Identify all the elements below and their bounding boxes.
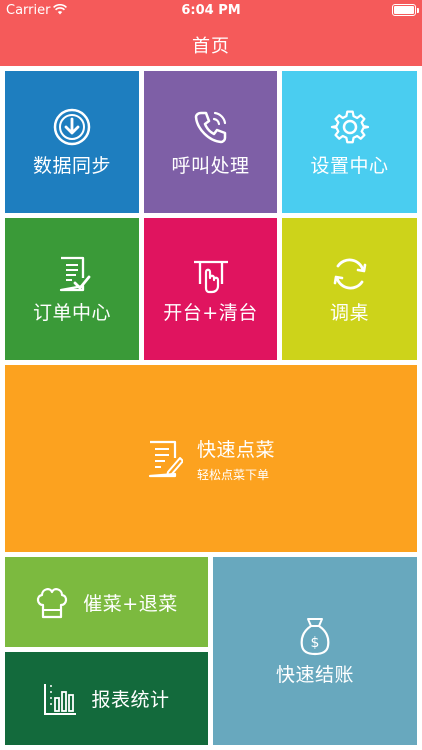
tile-change-table[interactable]: 调桌 — [282, 218, 417, 360]
tile-data-sync[interactable]: 数据同步 — [5, 71, 139, 213]
status-bar: Carrier 6:04 PM — [0, 0, 422, 22]
battery-icon — [392, 4, 419, 16]
status-time: 6:04 PM — [181, 3, 241, 18]
tile-rush-return[interactable]: 催菜+退菜 — [5, 557, 208, 647]
tile-rush-return-label: 催菜+退菜 — [83, 592, 178, 615]
chef-hat-icon — [37, 588, 68, 619]
tile-quick-checkout-label: 快速结账 — [275, 663, 354, 686]
tile-quick-order-label: 快速点菜 — [196, 438, 275, 461]
app-header: Carrier 6:04 PM 首页 — [0, 0, 422, 66]
document-check-icon — [59, 256, 91, 291]
phone-icon — [194, 111, 226, 143]
tile-reports[interactable]: 报表统计 — [5, 652, 208, 745]
tile-settings[interactable]: 设置中心 — [282, 71, 417, 213]
tile-data-sync-label: 数据同步 — [32, 154, 111, 177]
svg-text:$: $ — [311, 635, 320, 651]
download-circle-icon — [53, 108, 91, 145]
page-title: 首页 — [192, 36, 230, 57]
refresh-icon — [333, 258, 366, 289]
edit-document-icon — [148, 440, 183, 477]
tile-open-clear-table[interactable]: 开台+清台 — [144, 218, 277, 360]
tile-call-handling[interactable]: 呼叫处理 — [144, 71, 277, 213]
tile-order-center-label: 订单中心 — [32, 301, 111, 324]
tile-reports-label: 报表统计 — [91, 689, 170, 711]
tile-open-clear-table-label: 开台+清台 — [163, 301, 258, 324]
tile-settings-label: 设置中心 — [310, 154, 389, 177]
hand-icon — [193, 260, 228, 293]
tile-quick-checkout[interactable]: $ 快速结账 — [213, 557, 417, 745]
tile-quick-order[interactable]: 快速点菜 轻松点菜下单 — [5, 365, 417, 552]
gear-icon — [330, 110, 369, 143]
tile-change-table-label: 调桌 — [329, 301, 369, 324]
money-bag-icon: $ — [300, 617, 330, 655]
tile-order-center[interactable]: 订单中心 — [5, 218, 139, 360]
tile-quick-order-text: 快速点菜 轻松点菜下单 — [197, 435, 275, 483]
tile-quick-order-subtitle: 轻松点菜下单 — [196, 467, 269, 482]
tile-call-handling-label: 呼叫处理 — [171, 154, 250, 177]
bar-chart-icon — [44, 683, 77, 715]
